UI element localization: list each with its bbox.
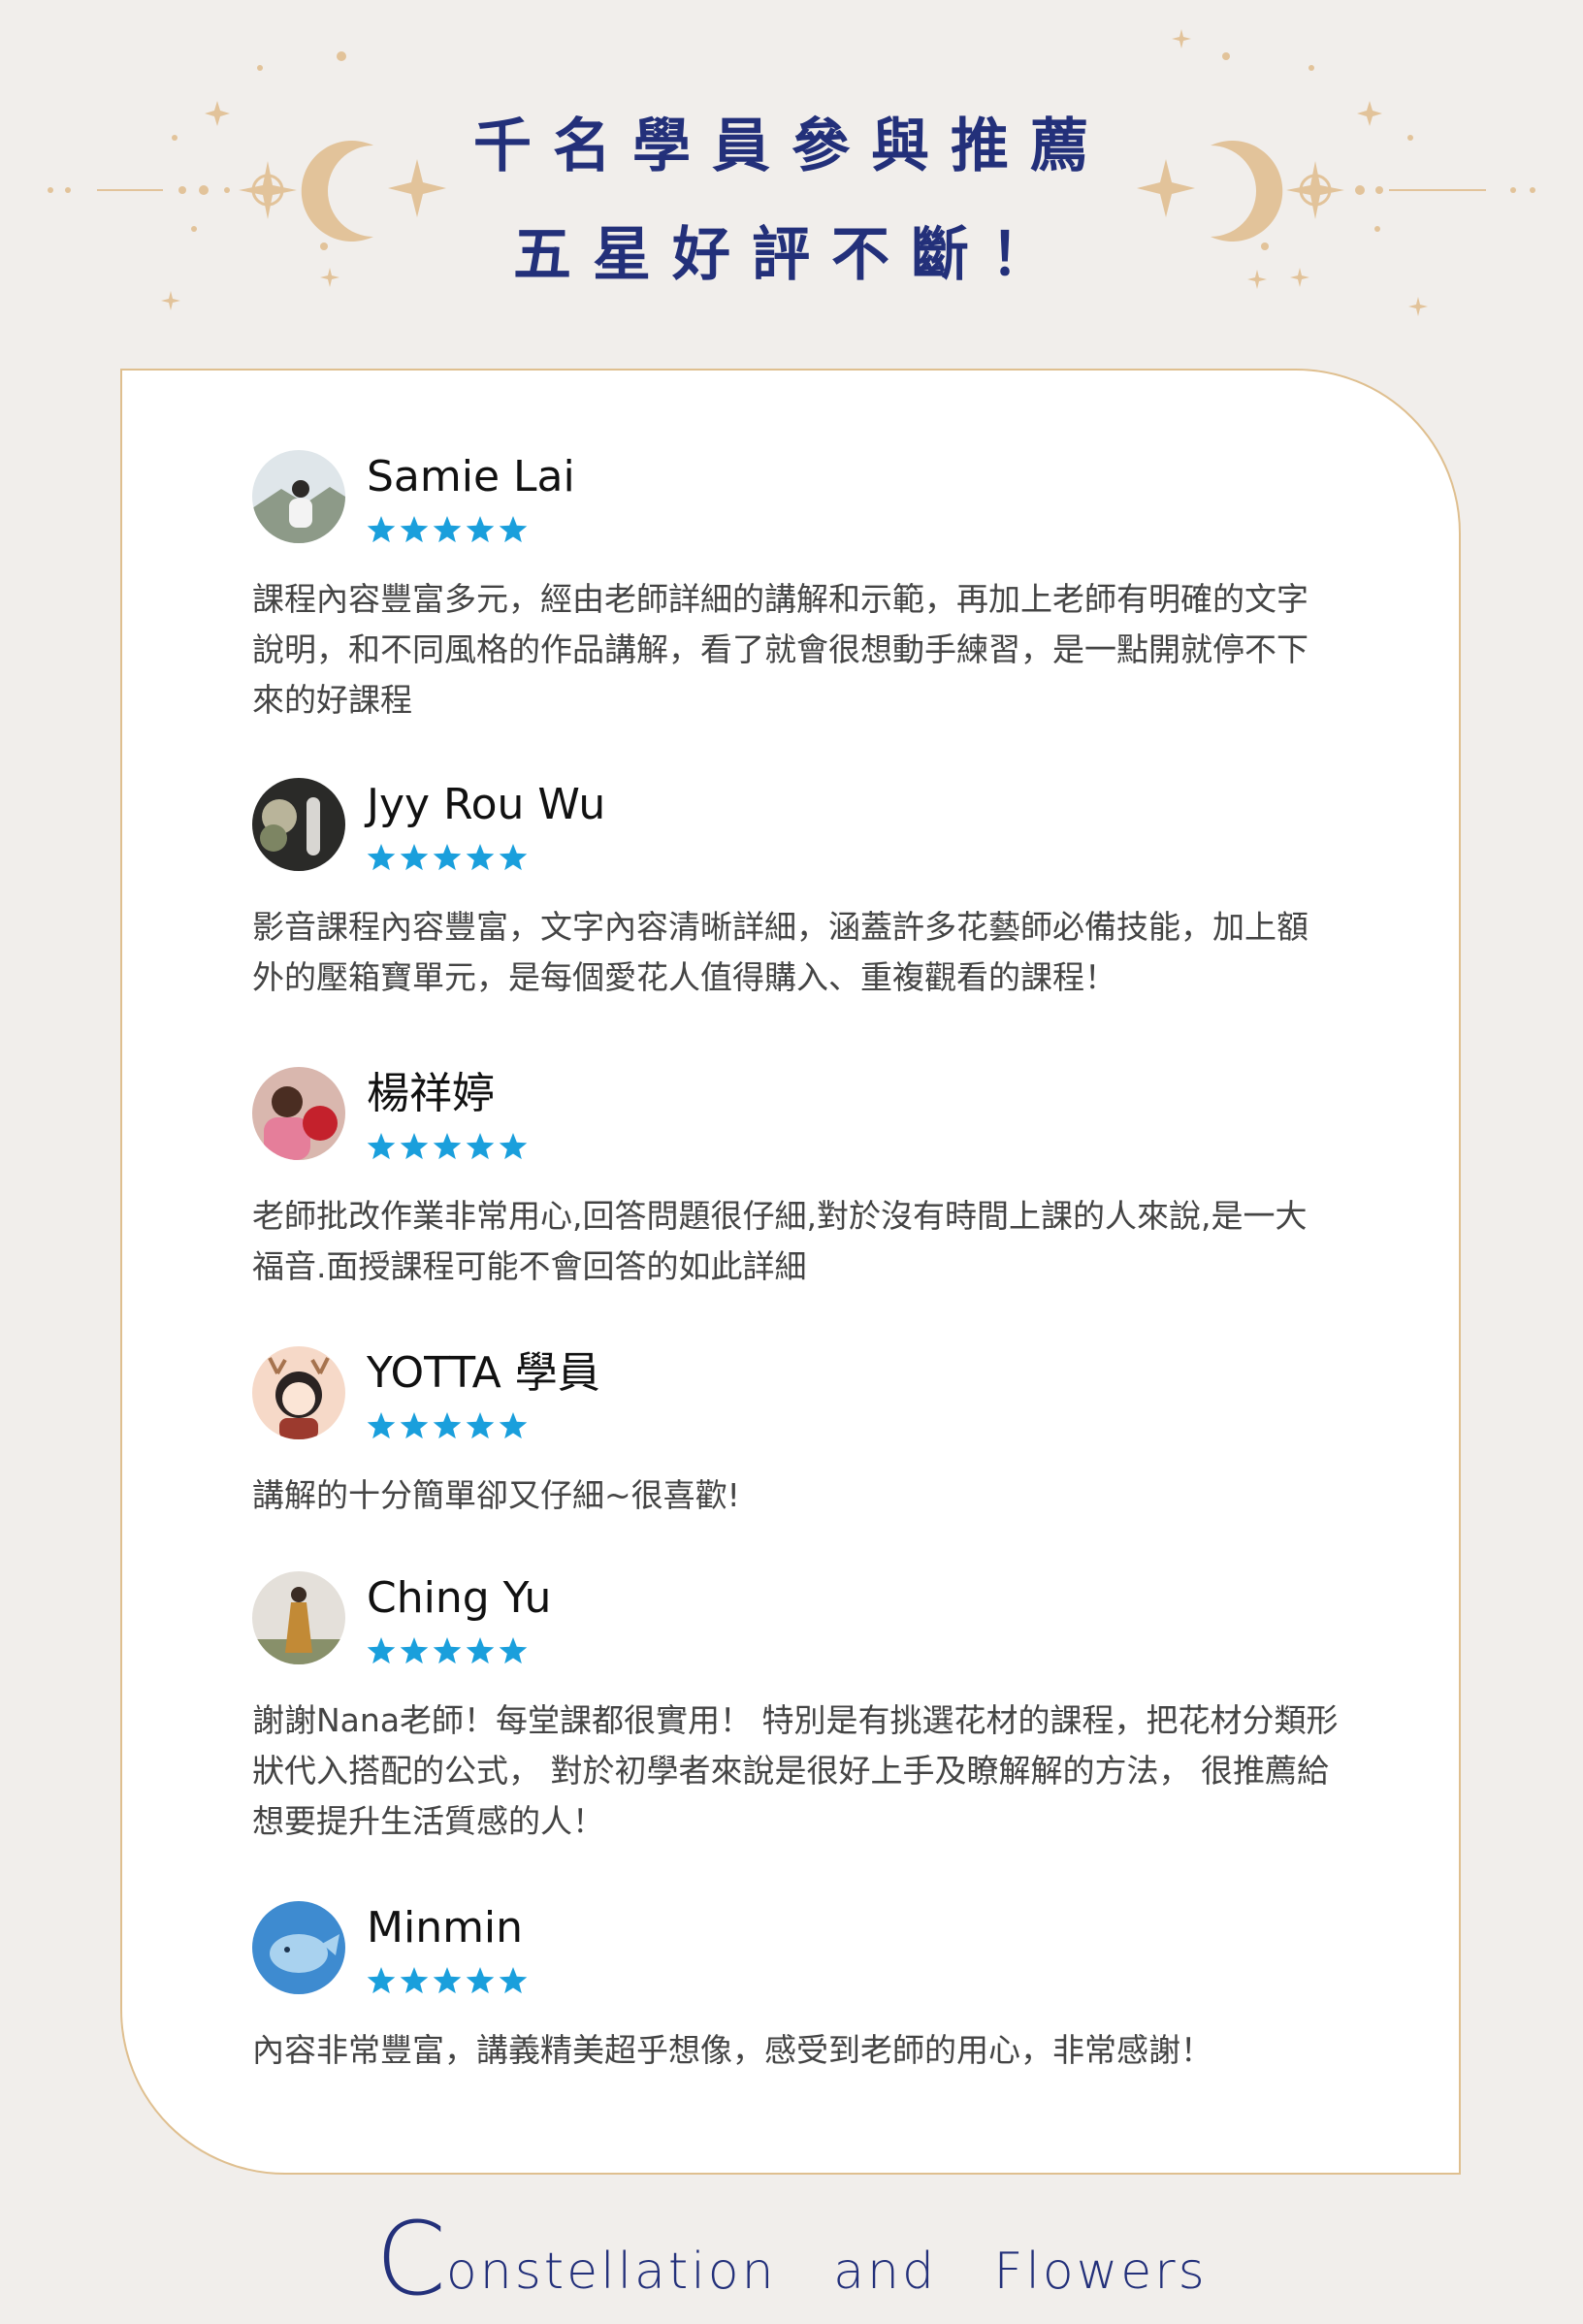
star-icon [367,1967,396,1994]
review-text: 內容非常豐富，講義精美超乎想像，感受到老師的用心，非常感謝！ [252,2031,1212,2069]
star-icon [367,844,396,871]
star-icon [367,1412,396,1439]
star-icon [499,1412,528,1439]
star-icon [400,1637,429,1664]
star-icon [499,844,528,871]
star-icon [400,844,429,871]
star-rating [367,1967,532,1994]
star-rating [367,516,532,543]
star-icon [367,1133,396,1160]
star-icon [466,1637,495,1664]
reviewer-name: Samie Lai [367,452,575,501]
star-icon [433,516,462,543]
star-icon [400,1967,429,1994]
brand-logo: Constellation and Flowers [0,2200,1583,2318]
blue-whale-avatar [252,1901,345,1994]
star-icon [499,1967,528,1994]
star-icon [499,1133,528,1160]
star-icon [466,1133,495,1160]
star-icon [400,1412,429,1439]
mountain-portrait-avatar [252,450,345,543]
flowers-dark-avatar [252,778,345,871]
brand-initial: C [375,2200,446,2318]
woman-red-fan-avatar [252,1067,345,1160]
star-icon [433,1967,462,1994]
star-rating [367,1133,532,1160]
reviewer-name: Jyy Rou Wu [367,780,606,829]
review-text: 老師批改作業非常用心,回答問題很仔細,對於沒有時間上課的人來說,是一大福音.面授… [252,1197,1308,1285]
page-title-line-2: 五星好評不斷！ [513,221,1070,289]
star-icon [433,1637,462,1664]
reviews-card: Samie Lai 課程內容豐富多元，經由老師詳細的講解和示範，再加上老師有明確… [120,369,1461,2175]
star-icon [466,844,495,871]
star-rating [367,1412,532,1439]
star-rating [367,844,532,871]
reviewer-name: Minmin [367,1903,524,1953]
star-rating [367,1637,532,1664]
review-text: 影音課程內容豐富，文字內容清晰詳細，涵蓋許多花藝師必備技能，加上額外的壓箱寶單元… [252,908,1308,996]
star-icon [367,1637,396,1664]
brand-name: onstellation and Flowers [445,2243,1208,2301]
star-icon [400,1133,429,1160]
page-title-line-1: 千名學員參與推薦 [473,113,1110,180]
star-icon [466,516,495,543]
star-icon [433,1133,462,1160]
cartoon-deer-girl-avatar [252,1346,345,1439]
review-text: 講解的十分簡單卻又仔細~很喜歡! [252,1476,740,1514]
star-icon [433,1412,462,1439]
star-icon [367,516,396,543]
star-icon [466,1967,495,1994]
woman-standing-avatar [252,1571,345,1664]
star-icon [466,1412,495,1439]
star-icon [433,844,462,871]
star-icon [499,1637,528,1664]
review-text: 謝謝Nana老師！每堂課都很實用！ 特別是有挑選花材的課程，把花材分類形狀代入搭… [252,1701,1339,1840]
reviewer-name: Ching Yu [367,1573,552,1623]
reviewer-name: YOTTA 學員 [367,1348,600,1398]
reviewer-name: 楊祥婷 [367,1069,495,1118]
star-icon [499,516,528,543]
review-text: 課程內容豐富多元，經由老師詳細的講解和示範，再加上老師有明確的文字說明，和不同風… [252,580,1308,719]
star-icon [400,516,429,543]
